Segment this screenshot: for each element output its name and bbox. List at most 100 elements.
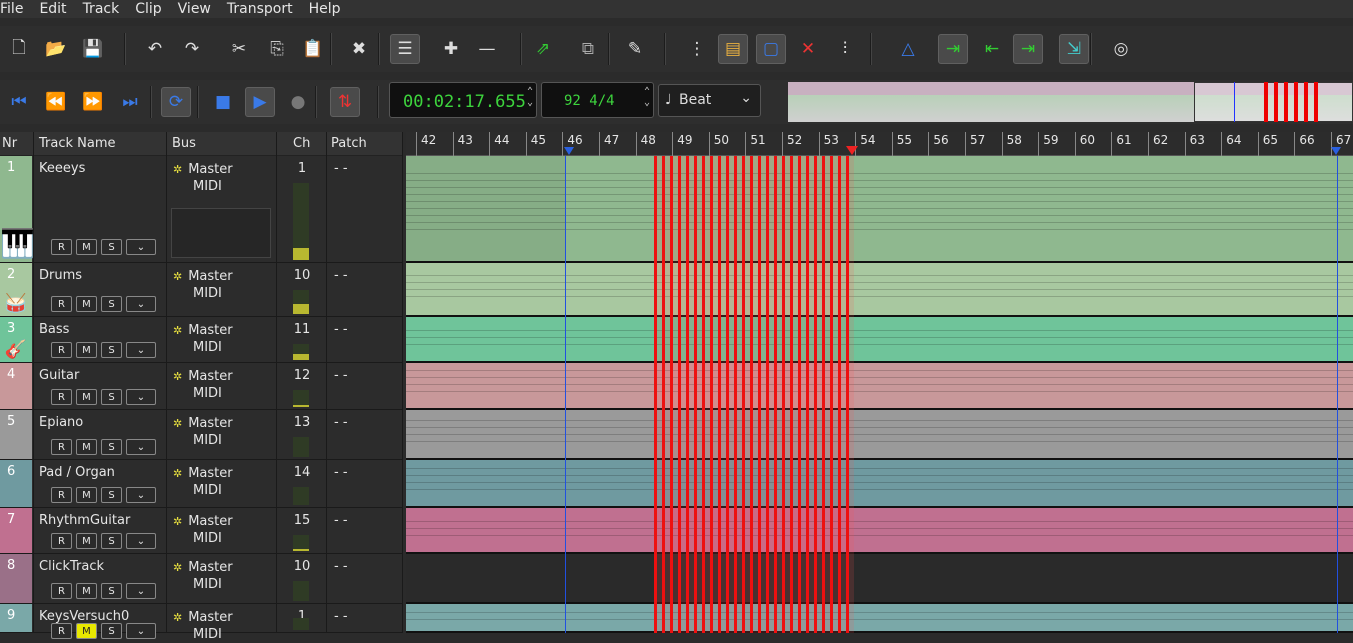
redo-icon[interactable]: ↷: [177, 34, 207, 64]
track-bus[interactable]: ✲ Master MIDI: [173, 268, 233, 302]
chevron-down-icon[interactable]: ⌄: [126, 487, 156, 503]
track-patch[interactable]: - -: [334, 161, 348, 176]
time-stepper-icon[interactable]: ⌃ ⌄: [527, 86, 533, 108]
tempo-icon[interactable]: △: [893, 34, 923, 64]
track-row[interactable]: 9 KeysVersuch0 R M S ⌄ ✲ Master MIDI 1- -: [0, 604, 402, 642]
track-row[interactable]: 5 Epiano R M S ⌄ ✲ Master MIDI 13 - -: [0, 410, 402, 460]
bus-header[interactable]: Bus: [172, 136, 196, 151]
track-channel[interactable]: 10: [278, 268, 326, 283]
r-button[interactable]: R: [51, 487, 72, 503]
track-name[interactable]: Keeeys: [39, 161, 85, 176]
track-row[interactable]: 6 Pad / Organ R M S ⌄ ✲ Master MIDI 14 - -: [0, 460, 402, 508]
track-lane[interactable]: [406, 317, 1353, 363]
s-button[interactable]: S: [101, 439, 122, 455]
track-patch[interactable]: - -: [334, 513, 348, 528]
track-name[interactable]: Pad / Organ: [39, 465, 115, 480]
tempo-display[interactable]: 92 4/4 ⌃ ⌄: [541, 82, 654, 118]
jump-end-icon[interactable]: ⇥: [1013, 34, 1043, 64]
remove-track-icon[interactable]: —: [472, 34, 502, 64]
forward-icon[interactable]: ⏩: [78, 87, 108, 117]
timeline-ruler[interactable]: 42 43 44 45 46 47 48 49 50 51 52 53 54 55 56 57 58 59 60 61…: [406, 132, 1353, 156]
track-row[interactable]: 4 Guitar R M S ⌄ ✲ Master MIDI 12 - -: [0, 363, 402, 410]
m-button[interactable]: M: [76, 583, 97, 599]
menu-track[interactable]: Track: [75, 0, 128, 18]
track-lane[interactable]: [406, 263, 1353, 317]
copy-icon[interactable]: ⎘: [262, 34, 292, 64]
track-channel[interactable]: 15: [278, 513, 326, 528]
split-cursor-icon[interactable]: ✕: [793, 34, 823, 64]
chevron-down-icon[interactable]: ⌄: [126, 239, 156, 255]
menu-file[interactable]: File: [0, 0, 31, 18]
track-row[interactable]: 2 🥁 Drums R M S ⌄ ✲ Master MIDI 10- -: [0, 263, 402, 317]
stop-icon[interactable]: ■: [208, 87, 238, 117]
s-button[interactable]: S: [101, 487, 122, 503]
chevron-down-icon[interactable]: ⌄: [126, 623, 156, 639]
track-row[interactable]: 8 ClickTrack R M S ⌄ ✲ Master MIDI 10 - -: [0, 554, 402, 604]
track-name[interactable]: Guitar: [39, 368, 79, 383]
s-button[interactable]: S: [101, 533, 122, 549]
track-patch[interactable]: - -: [334, 465, 348, 480]
tempo-stepper-icon[interactable]: ⌃ ⌄: [644, 86, 650, 108]
track-lane[interactable]: [406, 460, 1353, 508]
track-bus[interactable]: ✲ Master MIDI: [173, 368, 233, 402]
s-button[interactable]: S: [101, 296, 122, 312]
menu-help[interactable]: Help: [301, 0, 349, 18]
track-name[interactable]: RhythmGuitar: [39, 513, 130, 528]
s-button[interactable]: S: [101, 342, 122, 358]
tree-icon[interactable]: ⋮: [682, 34, 712, 64]
save-icon[interactable]: 💾: [78, 34, 108, 64]
track-channel[interactable]: 11: [278, 322, 326, 337]
cut-icon[interactable]: ✂: [224, 34, 254, 64]
track-bus[interactable]: ✲ Master MIDI: [173, 465, 233, 499]
menu-edit[interactable]: Edit: [31, 0, 74, 18]
track-bus[interactable]: ✲ Master MIDI: [173, 322, 233, 356]
r-button[interactable]: R: [51, 623, 72, 639]
playhead-marker[interactable]: [846, 146, 858, 155]
track-lane[interactable]: [406, 508, 1353, 554]
track-patch[interactable]: - -: [334, 559, 348, 574]
track-patch[interactable]: - -: [334, 268, 348, 283]
edit-icon[interactable]: ✎: [620, 34, 650, 64]
m-button[interactable]: M: [76, 623, 97, 639]
track-channel[interactable]: 1: [278, 161, 326, 176]
forward-end-icon[interactable]: ⏭: [115, 87, 145, 117]
track-name[interactable]: Epiano: [39, 415, 83, 430]
track-lane[interactable]: [406, 410, 1353, 460]
track-lane[interactable]: [406, 156, 1353, 263]
r-button[interactable]: R: [51, 239, 72, 255]
arrange-canvas[interactable]: [406, 156, 1353, 633]
track-name[interactable]: KeysVersuch0: [39, 609, 129, 624]
m-button[interactable]: M: [76, 439, 97, 455]
rewind-icon[interactable]: ⏪: [41, 87, 71, 117]
track-bus[interactable]: ✲ Master MIDI: [173, 161, 233, 195]
mixer-icon[interactable]: ⫶: [830, 34, 860, 64]
m-button[interactable]: M: [76, 342, 97, 358]
track-channel[interactable]: 14: [278, 465, 326, 480]
track-patch[interactable]: - -: [334, 322, 348, 337]
open-folder-icon[interactable]: 📂: [41, 34, 71, 64]
s-button[interactable]: S: [101, 239, 122, 255]
track-row[interactable]: 7 RhythmGuitar R M S ⌄ ✲ Master MIDI 15 - -: [0, 508, 402, 554]
track-lane[interactable]: [406, 604, 1353, 633]
loop-end-marker[interactable]: [1331, 147, 1341, 155]
patch-header[interactable]: Patch: [331, 136, 367, 151]
chevron-down-icon[interactable]: ⌄: [126, 296, 156, 312]
track-name[interactable]: ClickTrack: [39, 559, 104, 574]
select-icon[interactable]: ▢: [756, 34, 786, 64]
paste-icon[interactable]: 📋: [298, 34, 328, 64]
time-display[interactable]: 00:02:17.655 ⌃ ⌄: [389, 82, 537, 118]
chevron-down-icon[interactable]: ⌄: [126, 533, 156, 549]
s-button[interactable]: S: [101, 389, 122, 405]
play-icon[interactable]: ▶: [245, 87, 275, 117]
r-button[interactable]: R: [51, 342, 72, 358]
ch-header[interactable]: Ch: [293, 136, 310, 151]
track-lane[interactable]: [406, 554, 1353, 604]
chevron-down-icon[interactable]: ⌄: [126, 583, 156, 599]
track-bus[interactable]: ✲ Master MIDI: [173, 609, 233, 643]
export-icon[interactable]: ⇲: [1059, 34, 1089, 64]
arrange-icon[interactable]: ☰: [390, 34, 420, 64]
track-lane[interactable]: [406, 363, 1353, 410]
duplicate-track-icon[interactable]: ⧉: [573, 34, 603, 64]
s-button[interactable]: S: [101, 623, 122, 639]
metronome-icon[interactable]: ⇅: [330, 87, 360, 117]
